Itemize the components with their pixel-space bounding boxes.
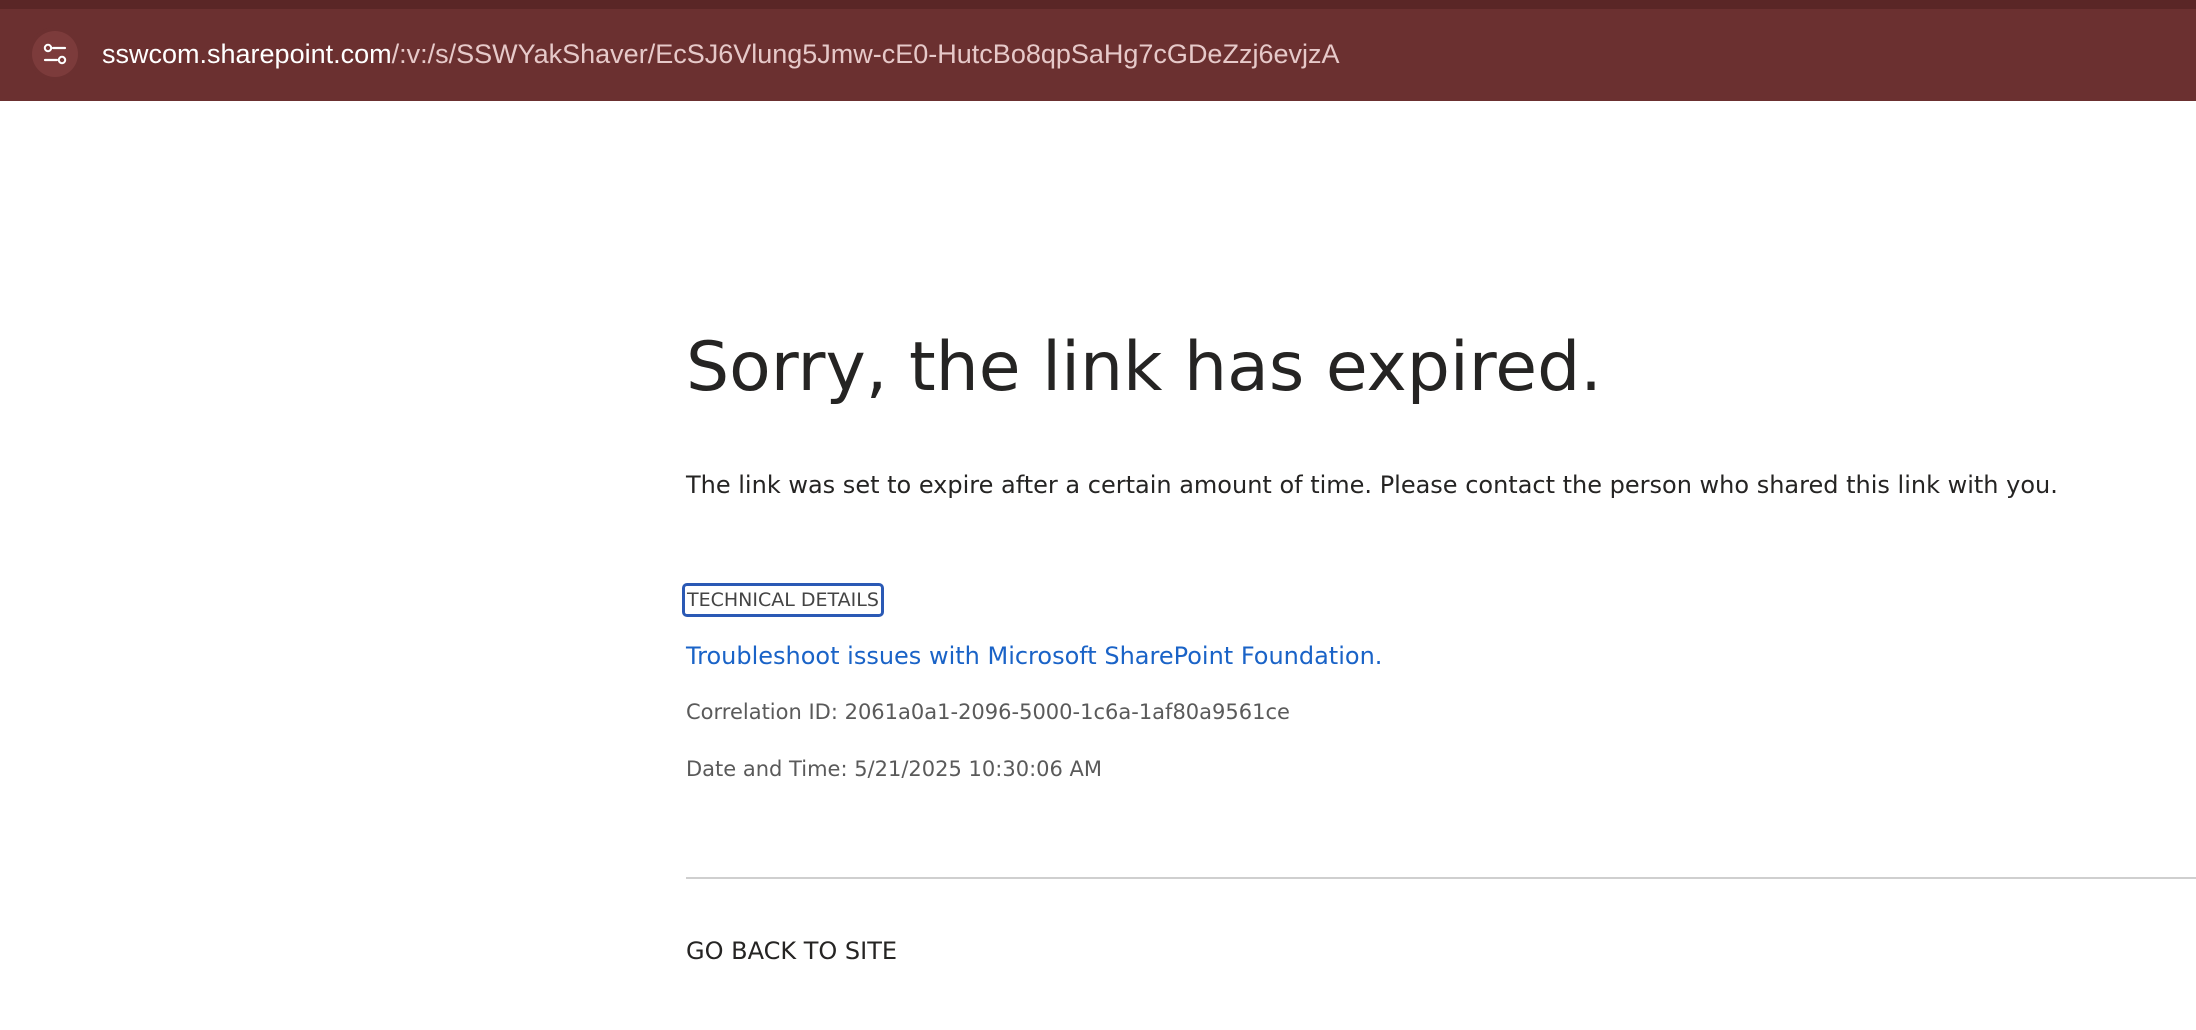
- url-path: /:v:/s/SSWYakShaver/EcSJ6Vlung5Jmw-cE0-H…: [391, 39, 1340, 69]
- go-back-to-site-link[interactable]: GO BACK TO SITE: [686, 937, 897, 965]
- tune-icon: [43, 43, 67, 65]
- technical-details-toggle[interactable]: TECHNICAL DETAILS: [682, 583, 884, 617]
- date-time: Date and Time: 5/21/2025 10:30:06 AM: [686, 757, 1103, 781]
- url-text[interactable]: sswcom.sharepoint.com/:v:/s/SSWYakShaver…: [102, 27, 1339, 81]
- page-title: Sorry, the link has expired.: [686, 328, 1602, 407]
- browser-toolbar: sswcom.sharepoint.com/:v:/s/SSWYakShaver…: [0, 0, 2196, 101]
- troubleshoot-link[interactable]: Troubleshoot issues with Microsoft Share…: [686, 642, 1382, 670]
- site-info-button[interactable]: [32, 31, 78, 77]
- error-message: The link was set to expire after a certa…: [686, 471, 2058, 499]
- divider: [686, 877, 2196, 879]
- url-host: sswcom.sharepoint.com: [102, 39, 392, 69]
- address-bar[interactable]: sswcom.sharepoint.com/:v:/s/SSWYakShaver…: [28, 27, 2196, 81]
- correlation-id: Correlation ID: 2061a0a1-2096-5000-1c6a-…: [686, 700, 1290, 724]
